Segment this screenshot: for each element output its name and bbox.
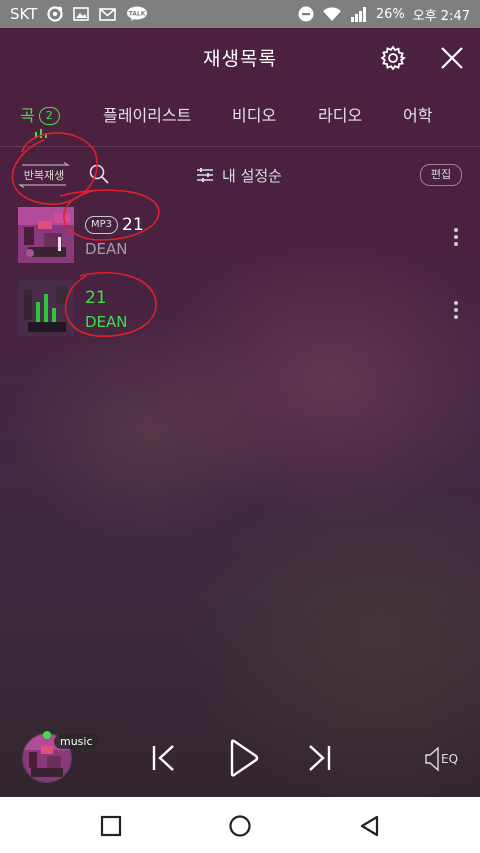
track-row[interactable]: MP3 21 DEAN [0, 207, 480, 273]
more-vertical-icon [454, 228, 458, 246]
sort-label: 내 설정순 [222, 166, 282, 185]
eq-button[interactable]: EQ [424, 744, 464, 774]
track-more-button[interactable] [446, 225, 466, 249]
carrier-label: SKT [10, 5, 38, 23]
sort-button[interactable]: 내 설정순 [196, 163, 282, 187]
music-source-label: music [54, 734, 99, 749]
dnd-icon [298, 6, 314, 22]
circle-icon [229, 815, 251, 837]
repeat-button[interactable]: 반복재생 [18, 162, 70, 188]
image-icon [73, 7, 90, 21]
home-button[interactable] [225, 811, 255, 841]
tab-videos[interactable]: 비디오 [232, 102, 276, 126]
target-icon [47, 6, 63, 22]
mp3-badge: MP3 [85, 216, 119, 234]
search-icon [89, 164, 109, 184]
tab-playlists[interactable]: 플레이리스트 [103, 102, 191, 126]
tab-songs-label: 곡 [20, 106, 35, 125]
speaker-icon [425, 746, 439, 772]
sliders-icon [197, 168, 213, 182]
playing-indicator-dot [43, 731, 51, 739]
close-icon [441, 47, 463, 69]
track-artist: DEAN [85, 240, 128, 258]
equalizer-indicator-icon [35, 129, 47, 138]
eq-label: EQ [441, 752, 459, 766]
previous-icon [152, 745, 174, 771]
talk-icon: TALK [126, 6, 148, 22]
wifi-icon [322, 6, 342, 22]
tab-videos-label: 비디오 [232, 106, 277, 125]
battery-label: 26% [375, 6, 405, 22]
back-triangle-icon [360, 815, 379, 837]
time-label: 오후 2:47 [412, 8, 470, 24]
close-button[interactable] [436, 42, 468, 74]
svg-text:TALK: TALK [129, 11, 146, 18]
next-icon [309, 745, 331, 771]
track-row-playing[interactable]: 21 DEAN [0, 280, 480, 346]
mail-icon [99, 7, 117, 21]
more-vertical-icon [454, 301, 458, 319]
gear-icon [380, 45, 406, 71]
system-navigation-bar [0, 797, 480, 853]
square-icon [100, 815, 122, 837]
settings-button[interactable] [377, 42, 409, 74]
signal-icon [350, 6, 368, 22]
track-title-row: 21 [85, 288, 107, 308]
track-title-row: MP3 21 [85, 215, 144, 235]
playlist-tabs: 곡2 플레이리스트 비디오 라디오 어학 [0, 96, 480, 138]
album-art [18, 280, 74, 336]
tab-songs-count-badge: 2 [38, 107, 60, 125]
playlist-screen: SKT TALK 26% 오후 2:47 재생목록 곡 2 플레이리스트 비디오… [0, 0, 480, 797]
track-title: 21 [122, 215, 144, 235]
search-button[interactable] [88, 163, 112, 187]
next-button[interactable] [305, 742, 333, 774]
play-icon [230, 739, 259, 777]
album-art [18, 207, 74, 263]
previous-button[interactable] [150, 742, 178, 774]
tab-playlists-label: 플레이리스트 [103, 106, 192, 125]
back-button[interactable] [354, 811, 384, 841]
repeat-icon [18, 162, 70, 188]
status-bar: SKT TALK 26% 오후 2:47 [0, 0, 480, 28]
recent-apps-button[interactable] [96, 811, 126, 841]
tabs-divider [0, 146, 480, 147]
tab-language[interactable]: 어학 [403, 102, 432, 126]
edit-button[interactable]: 편집 [420, 164, 462, 186]
play-button[interactable] [226, 738, 260, 778]
tab-songs[interactable]: 곡2 [20, 102, 60, 126]
tab-language-label: 어학 [403, 106, 433, 125]
track-artist: DEAN [85, 313, 128, 331]
tab-radio[interactable]: 라디오 [318, 102, 362, 126]
tab-radio-label: 라디오 [318, 106, 363, 125]
track-more-button[interactable] [446, 298, 466, 322]
track-title: 21 [85, 288, 107, 308]
